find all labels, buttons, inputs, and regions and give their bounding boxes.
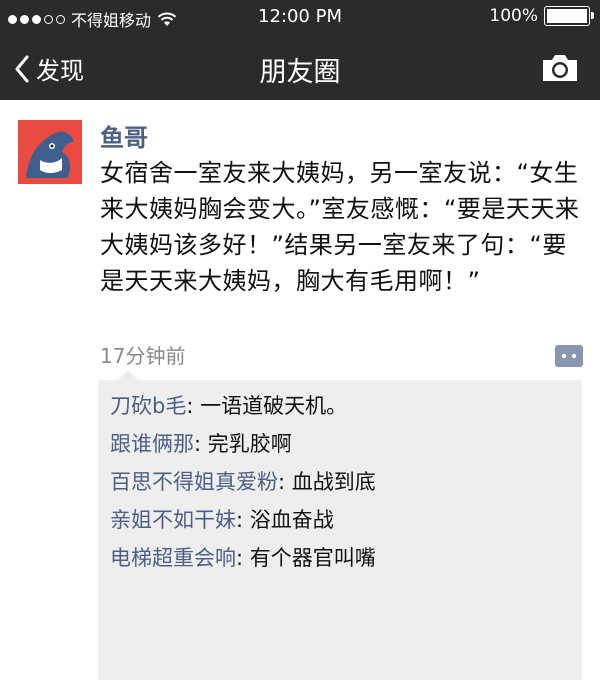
comment-author[interactable]: 亲姐不如干妹 (110, 508, 236, 532)
comment-item: 电梯超重会响: 有个器官叫嘴 (110, 542, 376, 572)
page-title: 朋友圈 (259, 57, 341, 88)
username[interactable]: 鱼哥 (100, 118, 148, 153)
comment-text: : 完乳胶啊 (194, 432, 292, 456)
post-text: 女宿舍一室友来大姨妈，另一室友说：“女生来大姨妈胸会变大。”室友感慨：“要是天天… (100, 159, 580, 295)
status-bar: 不得姐移动 12:00 PM 100% (0, 0, 600, 34)
post-timestamp: 17分钟前 (100, 344, 186, 368)
comment-item: 刀砍b毛: 一语道破天机。 (110, 390, 347, 420)
comment-text: : 一语道破天机。 (186, 394, 348, 418)
comment-list: 刀砍b毛: 一语道破天机。 跟谁俩那: 完乳胶啊 百思不得姐真爱粉: 血战到底 … (98, 370, 582, 680)
avatar[interactable] (18, 120, 82, 184)
status-right: 100% (489, 6, 594, 26)
comment-author[interactable]: 刀砍b毛 (110, 394, 186, 418)
comment-icon[interactable] (555, 345, 583, 367)
nav-bar: 发现 朋友圈 (0, 34, 600, 100)
comment-text: : 血战到底 (278, 470, 376, 494)
comment-item: 跟谁俩那: 完乳胶啊 (110, 428, 292, 458)
shark-avatar-image (18, 120, 82, 184)
comment-author[interactable]: 百思不得姐真爱粉 (110, 470, 278, 494)
comment-item: 亲姐不如干妹: 浴血奋战 (110, 504, 334, 534)
comment-item: 百思不得姐真爱粉: 血战到底 (110, 466, 376, 496)
battery-percent: 100% (489, 6, 538, 26)
comment-text: : 浴血奋战 (236, 508, 334, 532)
comment-author[interactable]: 电梯超重会响 (110, 546, 236, 570)
camera-icon[interactable] (540, 52, 580, 84)
battery-icon (544, 6, 594, 26)
comment-author[interactable]: 跟谁俩那 (110, 432, 194, 456)
comment-text: : 有个器官叫嘴 (236, 546, 376, 570)
